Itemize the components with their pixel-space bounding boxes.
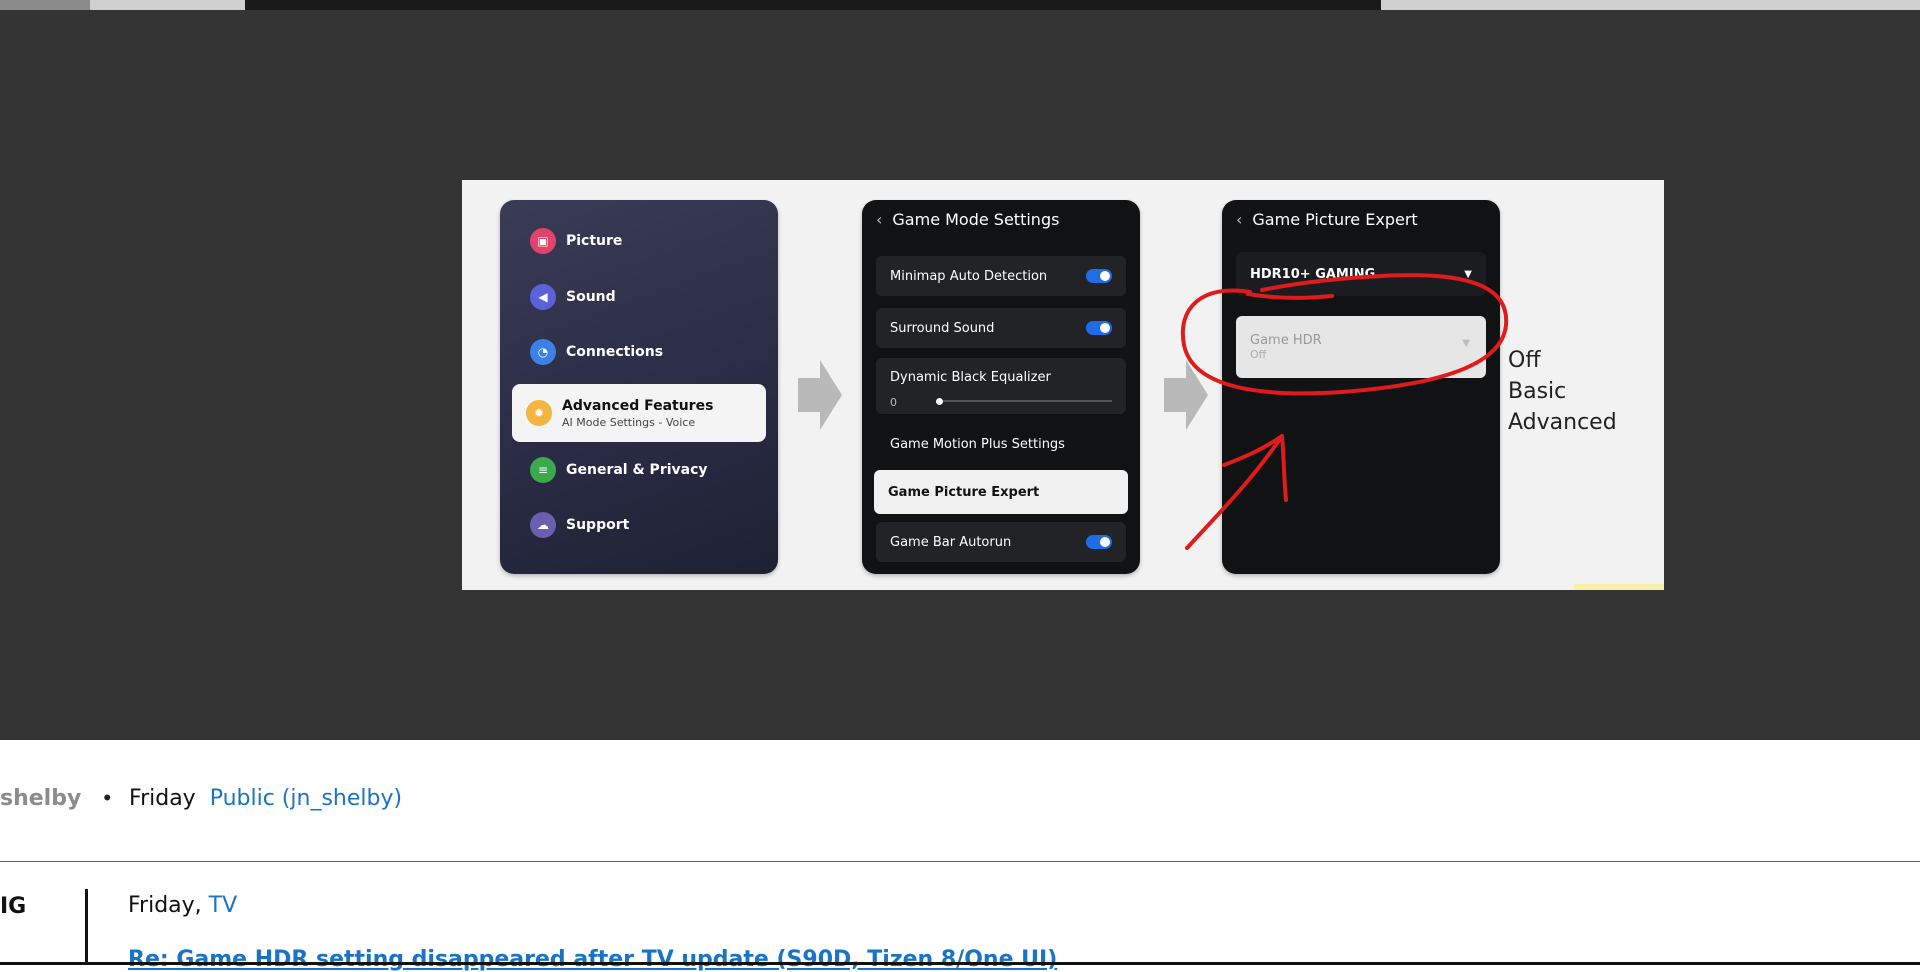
reply-title-link[interactable]: Re: Game HDR setting disappeared after T… [128,947,1057,972]
reply-date: Friday, [128,893,202,918]
menu-item-connections: ◔ Connections [530,335,663,369]
slider-value: 0 [890,396,897,409]
post-author[interactable]: shelby [0,786,81,811]
panel-title: ‹ Game Picture Expert [1236,210,1418,229]
menu-item-advanced-features: ✹ Advanced Features AI Mode Settings - V… [512,384,766,442]
setting-label: Dynamic Black Equalizer [890,370,1051,385]
picture-icon: ▣ [530,228,556,254]
option-basic: Basic [1508,379,1567,404]
toggle-switch [1086,535,1112,549]
menu-item-sound: ◀ Sound [530,280,616,314]
post-meta: shelby • Friday Public (jn_shelby) [0,780,402,816]
reply-author[interactable]: IG [0,894,26,919]
hdr-mode-select: HDR10+ GAMING ▼ [1236,252,1486,296]
top-strip-left [0,0,90,10]
panel-title: ‹ Game Mode Settings [876,210,1059,229]
game-hdr-value: Off [1250,348,1267,361]
slider-knob [936,398,943,405]
arrow-right-icon [798,360,842,430]
post-date: Friday [129,785,196,811]
setting-row-highlighted: Game Picture Expert [874,470,1128,514]
divider [0,861,1920,862]
setting-row: Game Motion Plus Settings [876,424,1126,464]
back-chevron-icon: ‹ [876,210,883,229]
game-hdr-label: Game HDR [1250,333,1322,348]
cloud-icon: ☁ [530,512,556,538]
separator-dot: • [103,785,112,810]
game-hdr-select: Game HDR Off ▼ [1236,316,1486,378]
hdr-mode-value: HDR10+ GAMING [1250,266,1376,282]
setting-label: Game Bar Autorun [890,534,1012,550]
menu-item-label: Picture [566,233,623,249]
menu-item-support: ☁ Support [530,508,629,542]
menu-item-label: Advanced Features [562,397,714,414]
attached-screenshot[interactable]: ▣ Picture ◀ Sound ◔ Connections ✹ Advanc… [462,180,1664,590]
menu-item-label: Support [566,517,630,533]
toggle-settings-icon: ≡ [530,457,556,483]
setting-row: Surround Sound [876,308,1126,348]
setting-label: Minimap Auto Detection [890,268,1048,284]
previous-image-edge [245,0,1381,10]
panel-title-text: Game Mode Settings [892,210,1060,229]
reply-indent-line [85,889,88,965]
menu-item-label: Connections [566,344,664,360]
toggle-switch [1086,269,1112,283]
game-hdr-options-list: Off Basic Advanced [1508,345,1617,438]
menu-item-sublabel: AI Mode Settings - Voice [562,415,696,429]
caret-down-icon: ▼ [1462,338,1470,349]
setting-row: Minimap Auto Detection [876,256,1126,296]
tv-settings-menu: ▣ Picture ◀ Sound ◔ Connections ✹ Advanc… [500,200,778,574]
reply-meta: Friday, TV [128,893,237,918]
back-chevron-icon: ‹ [1236,210,1243,229]
gear-icon: ✹ [526,400,552,426]
game-picture-expert-panel: ‹ Game Picture Expert HDR10+ GAMING ▼ Ga… [1222,200,1500,574]
image-viewer: ▣ Picture ◀ Sound ◔ Connections ✹ Advanc… [0,10,1920,740]
sound-icon: ◀ [530,284,556,310]
top-strip [0,0,1920,10]
option-advanced: Advanced [1508,410,1617,435]
setting-label: Surround Sound [890,320,995,336]
reply-category-link[interactable]: TV [209,893,238,918]
menu-item-label: General & Privacy [566,462,708,478]
wifi-icon: ◔ [530,339,556,365]
menu-item-label: Sound [566,289,616,305]
toggle-switch [1086,321,1112,335]
setting-label: Game Motion Plus Settings [890,436,1065,452]
caret-down-icon: ▼ [1464,268,1472,280]
menu-item-picture: ▣ Picture [530,224,622,258]
post-visibility-link[interactable]: Public (jn_shelby) [210,786,402,811]
game-mode-settings-panel: ‹ Game Mode Settings Minimap Auto Detect… [862,200,1140,574]
arrow-right-icon [1164,360,1208,430]
panel-title-text: Game Picture Expert [1252,210,1418,229]
slider-track [938,400,1112,402]
setting-label: Game Picture Expert [888,484,1040,500]
setting-row: Game Bar Autorun [876,522,1126,562]
setting-row: Dynamic Black Equalizer 0 [876,358,1126,414]
image-edge-highlight [1574,584,1664,590]
menu-item-general-privacy: ≡ General & Privacy [530,453,708,487]
option-off: Off [1508,348,1541,373]
